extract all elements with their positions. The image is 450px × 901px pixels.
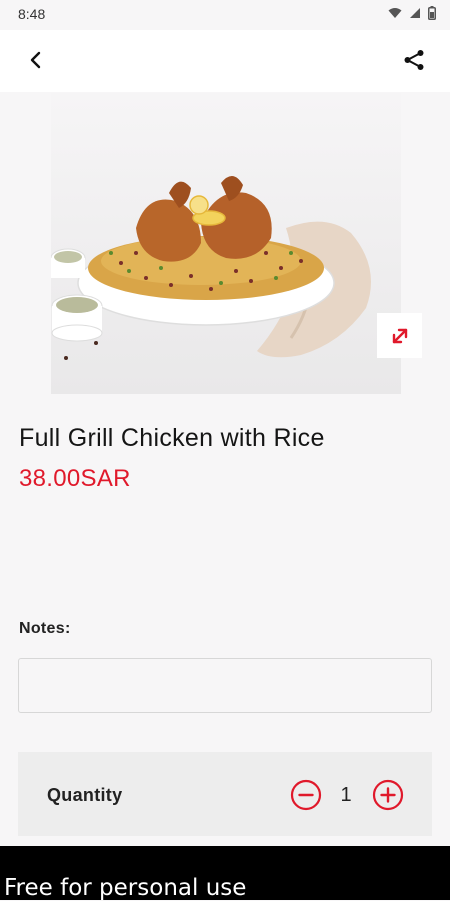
quantity-label: Quantity: [47, 785, 123, 805]
notes-input[interactable]: [18, 658, 432, 713]
wifi-icon: [388, 8, 402, 18]
plus-circle-icon: [372, 779, 404, 811]
expand-icon: [392, 328, 407, 343]
increase-quantity-button[interactable]: [372, 779, 404, 811]
status-time: 8:48: [18, 6, 46, 22]
product-image[interactable]: [51, 93, 401, 394]
decrease-quantity-button[interactable]: [290, 779, 322, 811]
back-arrow-icon: [30, 51, 41, 69]
footer-watermark: Free for personal use: [4, 875, 247, 901]
expand-image-button[interactable]: [377, 313, 422, 358]
dish-photo: [51, 93, 401, 394]
battery-icon: [428, 6, 436, 20]
status-icons: [388, 6, 436, 20]
notes-label: Notes:: [19, 620, 71, 637]
product-price: 38.00SAR: [19, 465, 131, 492]
share-button[interactable]: [394, 40, 434, 80]
footer-bar: Free for personal use: [0, 846, 450, 901]
product-name: Full Grill Chicken with Rice: [19, 424, 325, 452]
quantity-value: 1: [340, 784, 352, 806]
signal-icon: [410, 8, 420, 18]
status-bar: 8:48: [0, 0, 450, 30]
app-bar: [0, 30, 450, 92]
back-button[interactable]: [16, 40, 56, 80]
minus-circle-icon: [290, 779, 322, 811]
share-icon: [404, 50, 424, 70]
quantity-stepper: Quantity 1: [18, 752, 432, 836]
